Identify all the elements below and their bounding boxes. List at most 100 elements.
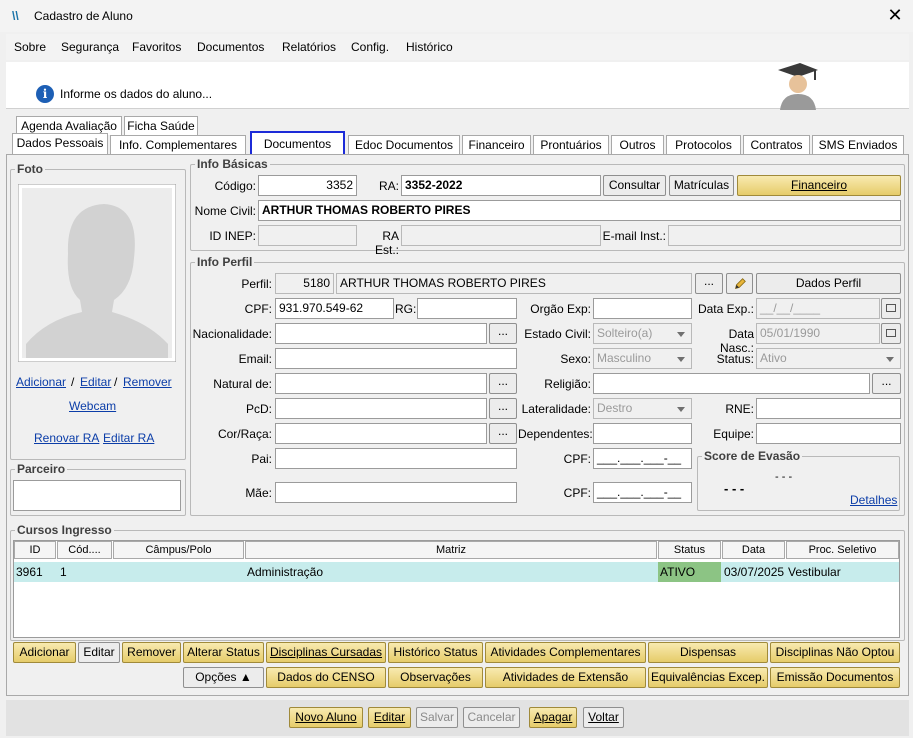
column-matriz[interactable]: Matriz	[245, 541, 657, 559]
rne-field[interactable]	[756, 398, 901, 419]
natural-de-field[interactable]	[275, 373, 487, 394]
cpf-pai-field[interactable]: ___.___.___-__	[593, 448, 692, 469]
religiao-search-button[interactable]: ...	[872, 373, 901, 394]
menu-historico[interactable]: Histórico	[406, 40, 453, 54]
column-proc-seletivo[interactable]: Proc. Seletivo	[786, 541, 899, 559]
column-status[interactable]: Status	[658, 541, 721, 559]
disciplinas-cursadas-button[interactable]: Disciplinas Cursadas	[266, 642, 386, 663]
foto-adicionar-link[interactable]: Adicionar	[16, 375, 66, 389]
emissao-documentos-button[interactable]: Emissão Documentos	[770, 667, 900, 688]
financeiro-button[interactable]: Financeiro	[737, 175, 901, 196]
codigo-field[interactable]: 3352	[258, 175, 357, 196]
tab-contratos[interactable]: Contratos	[743, 135, 810, 154]
column-id[interactable]: ID	[14, 541, 56, 559]
perfil-edit-button[interactable]	[726, 273, 753, 294]
opcoes-button[interactable]: Opções ▲	[183, 667, 264, 688]
column-campus-polo[interactable]: Câmpus/Polo	[113, 541, 244, 559]
menu-bar: Sobre Segurança Favoritos Documentos Rel…	[6, 34, 909, 60]
cor-raca-field[interactable]	[275, 423, 487, 444]
tab-financeiro[interactable]: Financeiro	[462, 135, 531, 154]
tab-protocolos[interactable]: Protocolos	[666, 135, 741, 154]
column-cod[interactable]: Cód....	[57, 541, 112, 559]
cpf-field[interactable]: 931.970.549-62	[275, 298, 394, 319]
row-status: ATIVO	[658, 562, 721, 582]
pai-field[interactable]	[275, 448, 517, 469]
tab-outros[interactable]: Outros	[611, 135, 664, 154]
foto-editar-link[interactable]: Editar	[80, 375, 111, 389]
menu-favoritos[interactable]: Favoritos	[132, 40, 181, 54]
pcd-search-button[interactable]: ...	[489, 398, 517, 419]
student-photo-placeholder	[18, 184, 176, 362]
orgao-exp-field[interactable]	[593, 298, 692, 319]
pcd-field[interactable]	[275, 398, 487, 419]
cpf-mae-field[interactable]: ___.___.___-__	[593, 482, 692, 503]
renovar-ra-link[interactable]: Renovar RA	[34, 431, 99, 445]
matriculas-button[interactable]: Matrículas	[669, 175, 734, 196]
menu-sobre[interactable]: Sobre	[14, 40, 46, 54]
curso-adicionar-button[interactable]: Adicionar	[13, 642, 76, 663]
atividades-complementares-button[interactable]: Atividades Complementares	[485, 642, 646, 663]
novo-aluno-button[interactable]: Novo Aluno	[289, 707, 363, 728]
tab-sms-enviados[interactable]: SMS Enviados	[812, 135, 904, 154]
tab-prontuarios[interactable]: Prontuários	[533, 135, 609, 154]
status-select[interactable]: Ativo	[756, 348, 901, 369]
disciplinas-nao-optou-button[interactable]: Disciplinas Não Optou	[770, 642, 900, 663]
ra-field[interactable]: 3352-2022	[401, 175, 601, 196]
mae-field[interactable]	[275, 482, 517, 503]
observacoes-button[interactable]: Observações	[388, 667, 483, 688]
cor-raca-search-button[interactable]: ...	[489, 423, 517, 444]
natural-de-search-button[interactable]: ...	[489, 373, 517, 394]
equivalencias-excep-button[interactable]: Equivalências Excep.	[648, 667, 768, 688]
email-inst-field[interactable]	[668, 225, 901, 246]
dados-censo-button[interactable]: Dados do CENSO	[266, 667, 386, 688]
foto-remover-link[interactable]: Remover	[123, 375, 172, 389]
estado-civil-select[interactable]: Solteiro(a)	[593, 323, 692, 344]
tab-info-complementares[interactable]: Info. Complementares	[110, 135, 246, 154]
dispensas-button[interactable]: Dispensas	[648, 642, 768, 663]
menu-config[interactable]: Config.	[351, 40, 389, 54]
webcam-link[interactable]: Webcam	[69, 399, 116, 413]
cancelar-button[interactable]: Cancelar	[463, 707, 520, 728]
data-nasc-calendar-button[interactable]	[881, 323, 901, 344]
editar-ra-link[interactable]: Editar RA	[103, 431, 154, 445]
tab-edoc-documentos[interactable]: Edoc Documentos	[348, 135, 460, 154]
apagar-button[interactable]: Apagar	[529, 707, 577, 728]
curso-remover-button[interactable]: Remover	[122, 642, 181, 663]
equipe-field[interactable]	[756, 423, 901, 444]
tab-dados-pessoais[interactable]: Dados Pessoais	[12, 133, 108, 154]
nacionalidade-search-button[interactable]: ...	[489, 323, 517, 344]
voltar-button[interactable]: Voltar	[583, 707, 624, 728]
religiao-field[interactable]	[593, 373, 870, 394]
historico-status-button[interactable]: Histórico Status	[388, 642, 483, 663]
menu-seguranca[interactable]: Segurança	[61, 40, 119, 54]
salvar-button[interactable]: Salvar	[416, 707, 458, 728]
tab-ficha-saude[interactable]: Ficha Saúde	[124, 116, 198, 135]
rg-field[interactable]	[417, 298, 517, 319]
data-exp-field[interactable]: __/__/____	[756, 298, 880, 319]
perfil-search-button[interactable]: ...	[695, 273, 723, 294]
consultar-button[interactable]: Consultar	[603, 175, 666, 196]
parceiro-field[interactable]	[13, 480, 181, 511]
ra-est-field[interactable]	[401, 225, 601, 246]
column-data[interactable]: Data	[722, 541, 785, 559]
alterar-status-button[interactable]: Alterar Status	[183, 642, 264, 663]
footer-editar-button[interactable]: Editar	[368, 707, 411, 728]
parceiro-legend: Parceiro	[17, 462, 66, 476]
close-icon[interactable]: ✕	[884, 4, 906, 26]
curso-editar-button[interactable]: Editar	[78, 642, 120, 663]
dados-perfil-button[interactable]: Dados Perfil	[756, 273, 901, 294]
menu-documentos[interactable]: Documentos	[197, 40, 264, 54]
score-detalhes-link[interactable]: Detalhes	[850, 493, 897, 507]
id-inep-field[interactable]	[258, 225, 357, 246]
sexo-select[interactable]: Masculino	[593, 348, 692, 369]
menu-relatorios[interactable]: Relatórios	[282, 40, 336, 54]
nome-civil-field[interactable]: ARTHUR THOMAS ROBERTO PIRES	[258, 200, 901, 221]
data-exp-calendar-button[interactable]	[881, 298, 901, 319]
pcd-label: PcD:	[245, 402, 272, 416]
data-nasc-field[interactable]: 05/01/1990	[756, 323, 880, 344]
dependentes-field[interactable]	[593, 423, 692, 444]
email-field[interactable]	[275, 348, 517, 369]
nacionalidade-field[interactable]	[275, 323, 487, 344]
atividades-extensao-button[interactable]: Atividades de Extensão	[485, 667, 646, 688]
lateralidade-select[interactable]: Destro	[593, 398, 692, 419]
